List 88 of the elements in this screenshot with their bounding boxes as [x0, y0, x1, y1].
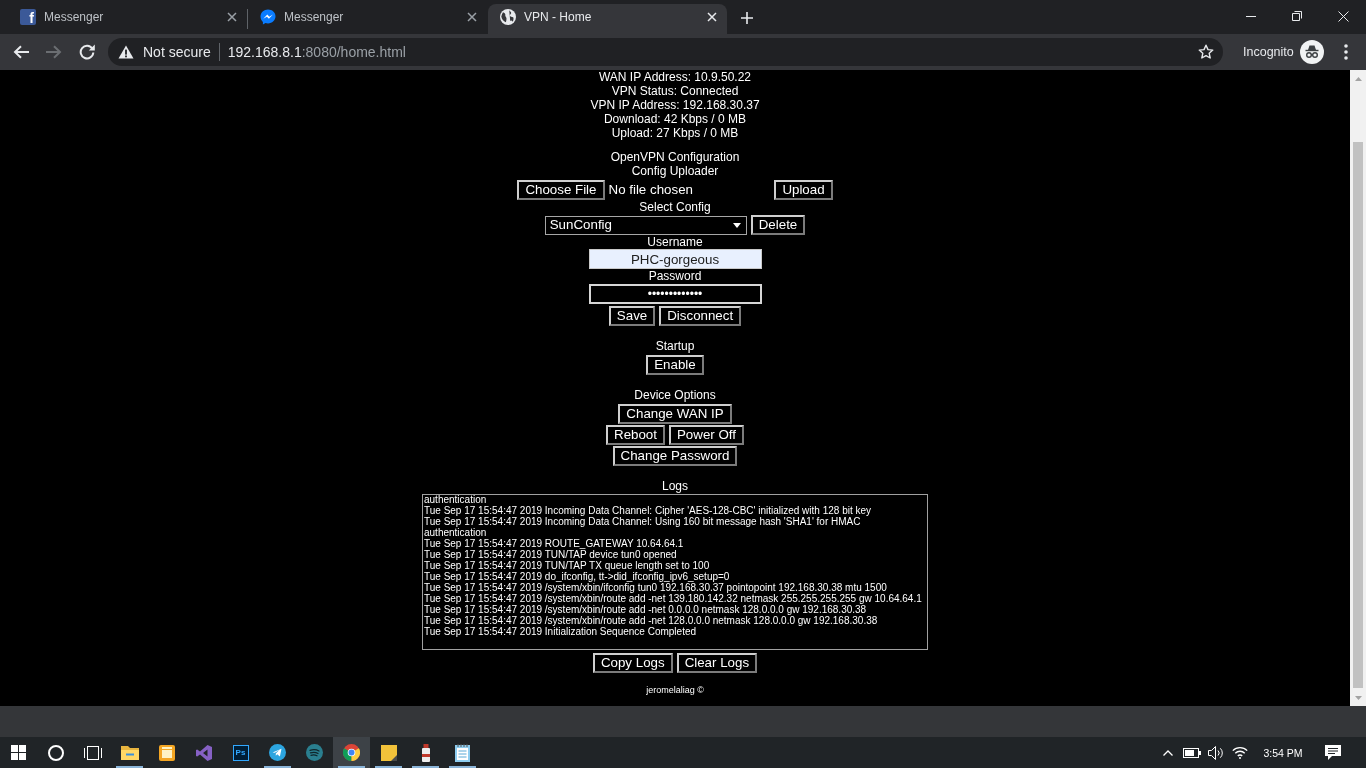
- delete-button[interactable]: Delete: [750, 215, 806, 235]
- section-heading: OpenVPN Configuration: [610, 150, 740, 164]
- sticky-note-icon: [380, 744, 397, 761]
- status-text: WAN IP Address: 10.9.50.22: [598, 70, 752, 84]
- folder-icon: [120, 745, 139, 760]
- log-line: Tue Sep 17 15:54:47 2019 Incoming Data Channel: Cipher 'AES-128-CBC' initialized with 128 bit key: [424, 505, 873, 516]
- save-button[interactable]: Save: [608, 306, 656, 326]
- reload-icon[interactable]: [78, 44, 95, 60]
- paper-plane-icon: [269, 744, 286, 761]
- bottle-icon: [421, 743, 430, 762]
- sound-waves-icon: [306, 744, 323, 761]
- profile-button[interactable]: Incognito: [1243, 40, 1324, 64]
- upload-button[interactable]: Upload: [774, 180, 833, 200]
- ring-icon[interactable]: [47, 744, 64, 761]
- log-line: Tue Sep 17 15:54:47 2019 /system/xbin/route add -net 128.0.0.0 netmask 128.0.0.0 gw 192.168.30.38: [424, 615, 879, 626]
- password-field[interactable]: •••••••••••••: [588, 284, 762, 304]
- device-option-button[interactable]: Power Off: [669, 425, 744, 445]
- file-status-text: No file chosen: [608, 182, 693, 198]
- status-text: Upload: 27 Kbps / 0 MB: [611, 126, 739, 140]
- copy-logs-button[interactable]: Copy Logs: [592, 653, 673, 673]
- status-text: VPN IP Address: 192.168.30.37: [590, 98, 760, 112]
- device-option-button[interactable]: Change WAN IP: [618, 404, 732, 424]
- disconnect-button[interactable]: Disconnect: [659, 306, 742, 326]
- browser-tab[interactable]: VPN - Home: [488, 4, 727, 34]
- log-line: Tue Sep 17 15:54:47 2019 /system/xbin/route add -net 0.0.0.0 netmask 128.0.0.0 gw 192.168.30.38: [424, 604, 867, 615]
- taskbar-button[interactable]: [333, 737, 370, 768]
- browser-tab[interactable]: f Messenger: [8, 4, 247, 34]
- wifi-icon[interactable]: [1232, 746, 1248, 759]
- message-icon[interactable]: [1325, 745, 1341, 760]
- incognito-icon: [1299, 40, 1324, 64]
- log-line: authentication: [424, 527, 488, 538]
- scrollbar[interactable]: [1350, 70, 1366, 706]
- field-label: Username: [647, 235, 703, 249]
- section-heading: Config Uploader: [631, 164, 719, 178]
- warning-icon: [118, 45, 134, 59]
- status-text: VPN Status: Connected: [611, 84, 739, 98]
- battery-icon[interactable]: [1183, 747, 1201, 758]
- restore-icon[interactable]: [1292, 11, 1302, 21]
- log-line: Tue Sep 17 15:54:47 2019 do_ifconfig, tt->did_ifconfig_ipv6_setup=0: [424, 571, 730, 582]
- security-label[interactable]: Not secure: [143, 44, 211, 60]
- chevron-up-icon[interactable]: [1163, 749, 1173, 756]
- address-bar[interactable]: Not secure 192.168.8.1:8080/home.html: [108, 38, 1223, 66]
- enable-button[interactable]: Enable: [646, 355, 704, 375]
- log-line: Tue Sep 17 15:54:47 2019 /system/xbin/ifconfig tun0 192.168.30.37 pointopoint 192.168.30.38 mtu 1500: [424, 582, 887, 593]
- scrollbar-thumb[interactable]: [1353, 142, 1363, 688]
- field-label: Logs: [662, 479, 688, 493]
- field-label: Startup: [655, 339, 695, 353]
- device-option-button[interactable]: Reboot: [606, 425, 665, 445]
- ribbon-icon: [195, 744, 212, 761]
- task-view-icon[interactable]: [83, 745, 102, 760]
- close-icon[interactable]: [467, 12, 477, 22]
- taskbar-button[interactable]: Ps: [222, 737, 259, 768]
- caret-down-icon: [732, 222, 741, 228]
- star-icon[interactable]: [1198, 44, 1214, 60]
- status-text: Download: 42 Kbps / 0 MB: [603, 112, 747, 126]
- log-textarea[interactable]: [422, 494, 928, 650]
- menu-icon[interactable]: [1343, 44, 1348, 60]
- footer-text: jeromelaliag ©: [646, 685, 704, 695]
- app-icon: [158, 744, 175, 761]
- clear-logs-button[interactable]: Clear Logs: [676, 653, 758, 673]
- plus-icon[interactable]: [741, 12, 753, 24]
- choose-file-button[interactable]: Choose File: [517, 180, 605, 200]
- log-line: authentication: [424, 495, 488, 505]
- field-label: Password: [648, 269, 702, 283]
- clock-text[interactable]: 3:54 PM: [1263, 746, 1303, 759]
- globe-icon: [500, 9, 516, 25]
- arrow-left-icon[interactable]: [12, 45, 29, 59]
- log-line: Tue Sep 17 15:54:47 2019 ROUTE_GATEWAY 10.64.64.1: [424, 538, 685, 549]
- app-logo: Ps: [232, 744, 249, 761]
- section-heading: Device Options: [634, 388, 716, 402]
- windows-logo-icon[interactable]: [11, 745, 26, 760]
- chat-bubble-icon: [260, 9, 276, 25]
- close-icon[interactable]: [227, 12, 237, 22]
- device-option-button[interactable]: Change Password: [612, 446, 738, 466]
- config-select[interactable]: SunConfig: [544, 215, 747, 235]
- log-line: Tue Sep 17 15:54:47 2019 /system/xbin/route add -net 139.180.142.32 netmask 255.255.255.255 gw 10.64.64.1: [424, 593, 923, 604]
- site-logo: f: [20, 9, 36, 25]
- log-line: Tue Sep 17 15:54:47 2019 TUN/TAP TX queue length set to 100: [424, 560, 710, 571]
- browser-icon: [343, 744, 360, 761]
- log-line: Tue Sep 17 15:54:47 2019 TUN/TAP device tun0 opened: [424, 549, 678, 560]
- minimize-icon[interactable]: [1246, 15, 1256, 17]
- log-line: Tue Sep 17 15:54:47 2019 Incoming Data Channel: Using 160 bit message hash 'SHA1' for HMAC: [424, 516, 861, 527]
- notepad-icon: [455, 743, 470, 762]
- field-label: Select Config: [639, 200, 711, 214]
- speaker-icon[interactable]: [1208, 745, 1224, 760]
- log-line: Tue Sep 17 15:54:47 2019 Initialization Sequence Completed: [424, 626, 698, 637]
- browser-tab[interactable]: Messenger: [248, 4, 487, 34]
- username-field[interactable]: PHC-gorgeous: [588, 249, 762, 269]
